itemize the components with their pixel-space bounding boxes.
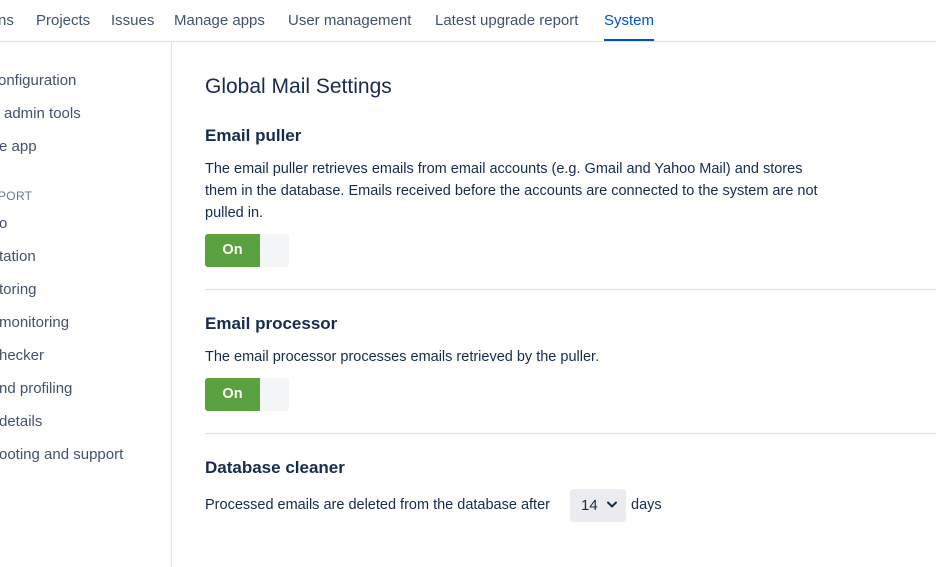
email-processor-toggle-on-label: On <box>205 378 260 411</box>
email-puller-title: Email puller <box>205 126 302 145</box>
sidebar-item-system-details[interactable]: details <box>0 413 42 430</box>
sidebar-item-general-configuration[interactable]: onfiguration <box>0 72 76 89</box>
tab-user-management[interactable]: User management <box>288 12 411 29</box>
database-cleaner-text-after: days <box>631 497 662 513</box>
email-puller-description-line: pulled in. <box>205 205 264 221</box>
email-puller-description: The email puller retrieves emails from e… <box>205 158 865 224</box>
email-puller-description-line: The email puller retrieves emails from e… <box>205 161 803 177</box>
tab-applications[interactable]: ns <box>0 12 14 29</box>
email-puller-toggle-on-label: On <box>205 234 260 267</box>
sidebar-item-database-monitoring[interactable]: monitoring <box>0 314 69 331</box>
tab-latest-upgrade-report[interactable]: Latest upgrade report <box>435 12 578 29</box>
sidebar-item-health-checker[interactable]: hecker <box>0 347 44 364</box>
database-cleaner-title: Database cleaner <box>205 458 345 477</box>
email-processor-title: Email processor <box>205 314 338 333</box>
tab-system[interactable]: System <box>604 12 655 42</box>
days-select-value: 14 <box>581 497 598 514</box>
email-puller-description-line: them in the database. Emails received be… <box>205 183 818 199</box>
sidebar: onfiguration admin tools e app PORT o ta… <box>0 42 172 567</box>
sidebar-item-documentation[interactable]: tation <box>0 248 36 265</box>
tab-manage-apps[interactable]: Manage apps <box>174 12 265 29</box>
sidebar-item-admin-tools[interactable]: admin tools <box>4 105 81 122</box>
sidebar-item-monitoring[interactable]: toring <box>0 281 37 298</box>
chevron-down-icon <box>607 501 617 508</box>
database-cleaner-text-before: Processed emails are deleted from the da… <box>205 497 550 513</box>
email-processor-description: The email processor processes emails ret… <box>205 349 600 365</box>
sidebar-item-info[interactable]: o <box>0 215 7 232</box>
top-navigation: ns Projects Issues Manage apps User mana… <box>0 0 936 42</box>
sidebar-item-app[interactable]: e app <box>0 138 37 155</box>
days-select[interactable]: 14 <box>570 489 626 522</box>
page-title: Global Mail Settings <box>205 75 392 98</box>
sidebar-item-troubleshooting-and-support[interactable]: ooting and support <box>0 446 123 463</box>
sidebar-item-logging-and-profiling[interactable]: nd profiling <box>0 380 72 397</box>
main-content: Global Mail Settings Email puller The em… <box>172 42 936 567</box>
tab-issues[interactable]: Issues <box>111 12 154 29</box>
email-processor-toggle[interactable]: On <box>205 378 289 411</box>
tab-projects[interactable]: Projects <box>36 12 90 29</box>
section-divider <box>205 433 936 434</box>
email-puller-toggle[interactable]: On <box>205 234 289 267</box>
sidebar-heading-support: PORT <box>0 189 33 203</box>
section-divider <box>205 289 936 290</box>
